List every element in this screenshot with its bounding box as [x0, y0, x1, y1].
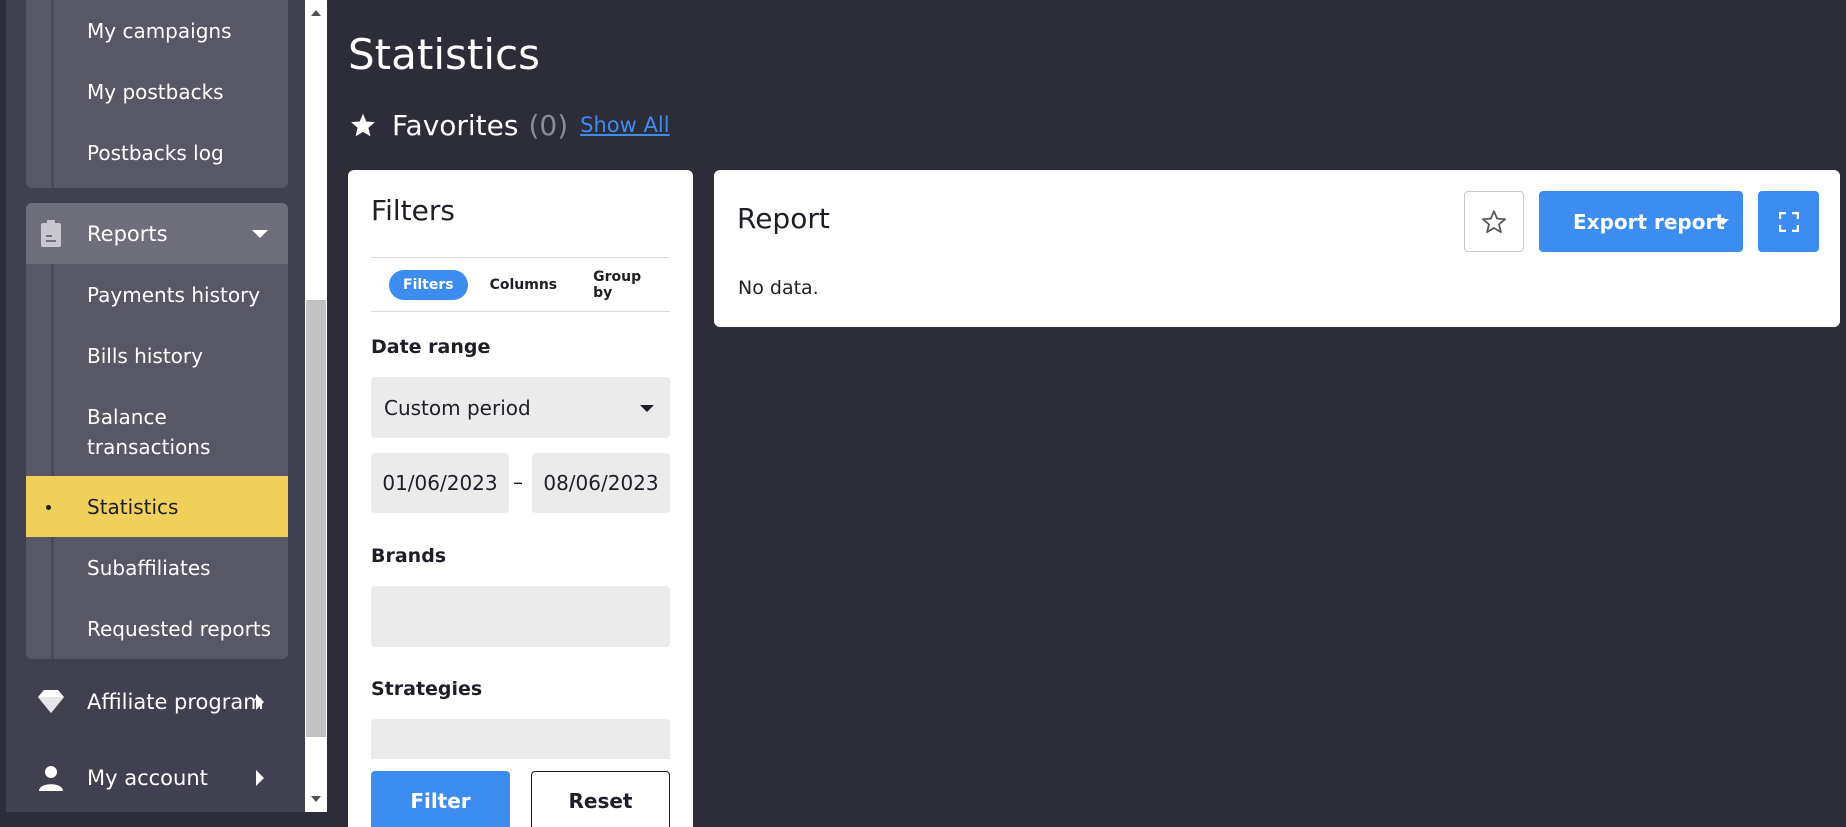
strategies-label: Strategies [371, 678, 483, 700]
tab-group-by[interactable]: Group by [579, 262, 662, 308]
sidebar-item-bills-history[interactable]: Bills history [26, 325, 288, 386]
sidebar-item-label: Affiliate program [87, 690, 264, 714]
brands-label: Brands [371, 545, 447, 567]
sidebar-item-my-account[interactable]: My account [26, 748, 288, 808]
show-all-link[interactable]: Show All [580, 113, 669, 137]
diamond-icon [38, 690, 64, 713]
favorites-label: Favorites [392, 108, 519, 142]
sidebar-scrollbar[interactable] [305, 0, 327, 812]
add-to-favorites-button[interactable] [1464, 191, 1524, 252]
tab-filters[interactable]: Filters [389, 269, 468, 300]
report-title: Report [737, 202, 830, 235]
fullscreen-button[interactable] [1758, 191, 1819, 252]
scroll-thumb[interactable] [306, 300, 326, 737]
date-from-value: 01/06/2023 [382, 471, 498, 495]
filter-button[interactable]: Filter [371, 771, 510, 827]
chevron-right-icon [256, 694, 264, 710]
sidebar-item-balance-transactions[interactable]: Balance transactions [26, 386, 288, 478]
sidebar-item-affiliate-program[interactable]: Affiliate program [26, 672, 288, 732]
date-to-value: 08/06/2023 [543, 471, 659, 495]
sidebar-item-label: Requested reports [87, 616, 272, 641]
sidebar-item-label: Balance transactions [87, 405, 211, 459]
brands-select[interactable] [371, 586, 670, 647]
scroll-up-icon[interactable] [311, 10, 321, 16]
user-icon [39, 766, 63, 791]
sidebar-item-label: My postbacks [87, 79, 224, 104]
reset-button[interactable]: Reset [531, 771, 670, 827]
chevron-down-icon [640, 405, 654, 412]
page-title: Statistics [348, 30, 540, 79]
sidebar-group-campaigns: My campaigns My postbacks Postbacks log [26, 0, 288, 188]
clipboard-icon [41, 220, 61, 247]
date-to-input[interactable]: 08/06/2023 [532, 453, 670, 513]
export-report-label: Export report [1573, 209, 1725, 234]
chevron-down-icon [1717, 219, 1729, 225]
sidebar-group-reports: Reports Payments history Bills history B… [26, 203, 288, 659]
strategies-select[interactable] [371, 719, 670, 759]
tab-columns[interactable]: Columns [476, 270, 572, 300]
sidebar: My campaigns My postbacks Postbacks log … [0, 0, 327, 827]
sidebar-item-my-postbacks[interactable]: My postbacks [26, 61, 288, 122]
sidebar-item-label: Subaffiliates [87, 555, 211, 580]
filters-tabs: Filters Columns Group by [371, 257, 670, 312]
date-range-value: Custom period [384, 395, 531, 420]
report-panel: Report No data. Export report [714, 170, 1840, 327]
star-icon [351, 113, 375, 137]
sidebar-nav: My campaigns My postbacks Postbacks log … [6, 0, 306, 812]
chevron-down-icon [252, 230, 268, 238]
sidebar-item-label: Bills history [87, 343, 203, 368]
active-dot-icon [46, 505, 51, 510]
favorites-count: (0) [528, 108, 569, 142]
filters-panel: Filters Filters Columns Group by Date ra… [348, 170, 693, 827]
date-separator: – [513, 470, 523, 494]
no-data-text: No data. [738, 277, 819, 299]
sidebar-item-statistics[interactable]: Statistics [26, 476, 288, 537]
sidebar-item-label: My account [87, 766, 208, 790]
star-outline-icon [1481, 209, 1507, 233]
date-from-input[interactable]: 01/06/2023 [371, 453, 509, 513]
sidebar-item-label: Statistics [87, 494, 179, 519]
chevron-right-icon [256, 770, 264, 786]
sidebar-item-label: Payments history [87, 282, 261, 307]
scroll-down-icon[interactable] [311, 796, 321, 802]
sidebar-item-postbacks-log[interactable]: Postbacks log [26, 122, 288, 183]
filters-title: Filters [371, 194, 455, 227]
sidebar-item-reports[interactable]: Reports [26, 203, 288, 264]
date-range-select[interactable]: Custom period [371, 377, 670, 438]
sidebar-item-label: Reports [87, 221, 168, 246]
export-report-button[interactable]: Export report [1539, 191, 1743, 252]
sidebar-item-payments-history[interactable]: Payments history [26, 264, 288, 325]
sidebar-item-requested-reports[interactable]: Requested reports [26, 598, 288, 659]
favorites-bar: Favorites (0) Show All [350, 105, 670, 145]
sidebar-item-subaffiliates[interactable]: Subaffiliates [26, 537, 288, 598]
sidebar-item-my-campaigns[interactable]: My campaigns [26, 0, 288, 61]
fullscreen-icon [1778, 211, 1799, 232]
sidebar-item-label: My campaigns [87, 18, 232, 43]
date-range-label: Date range [371, 336, 491, 358]
sidebar-item-label: Postbacks log [87, 140, 224, 165]
